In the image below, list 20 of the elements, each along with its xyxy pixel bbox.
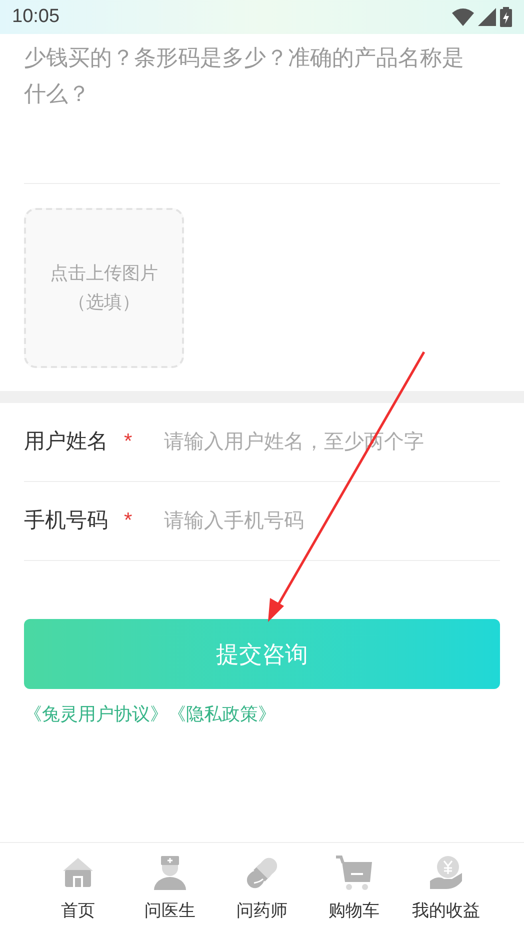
doctor-icon <box>153 855 187 891</box>
nav-tab[interactable]: 问医生 <box>125 843 215 931</box>
nav-tab[interactable]: 购物车 <box>309 843 399 931</box>
field-label: 手机号码 <box>24 508 109 534</box>
input-field[interactable]: 请输入手机号码 <box>164 506 500 536</box>
signal-icon <box>478 8 496 26</box>
cart-icon <box>334 855 374 891</box>
question-text: 少钱买的？条形码是多少？准确的产品名称是什么？ <box>24 44 465 108</box>
coin-hand-icon <box>428 855 464 891</box>
nav-tab[interactable]: 首页 <box>33 843 123 931</box>
status-time: 10:05 <box>12 4 60 29</box>
required-mark: * <box>124 508 134 534</box>
field-label: 用户姓名 <box>24 429 109 456</box>
nav-tab[interactable]: 问药师 <box>217 843 307 931</box>
pill-icon <box>244 855 280 891</box>
nav-tab[interactable]: 我的收益 <box>401 843 491 931</box>
required-mark: * <box>124 429 134 456</box>
home-icon <box>61 855 95 889</box>
wifi-icon <box>452 8 474 26</box>
battery-icon <box>500 7 512 27</box>
